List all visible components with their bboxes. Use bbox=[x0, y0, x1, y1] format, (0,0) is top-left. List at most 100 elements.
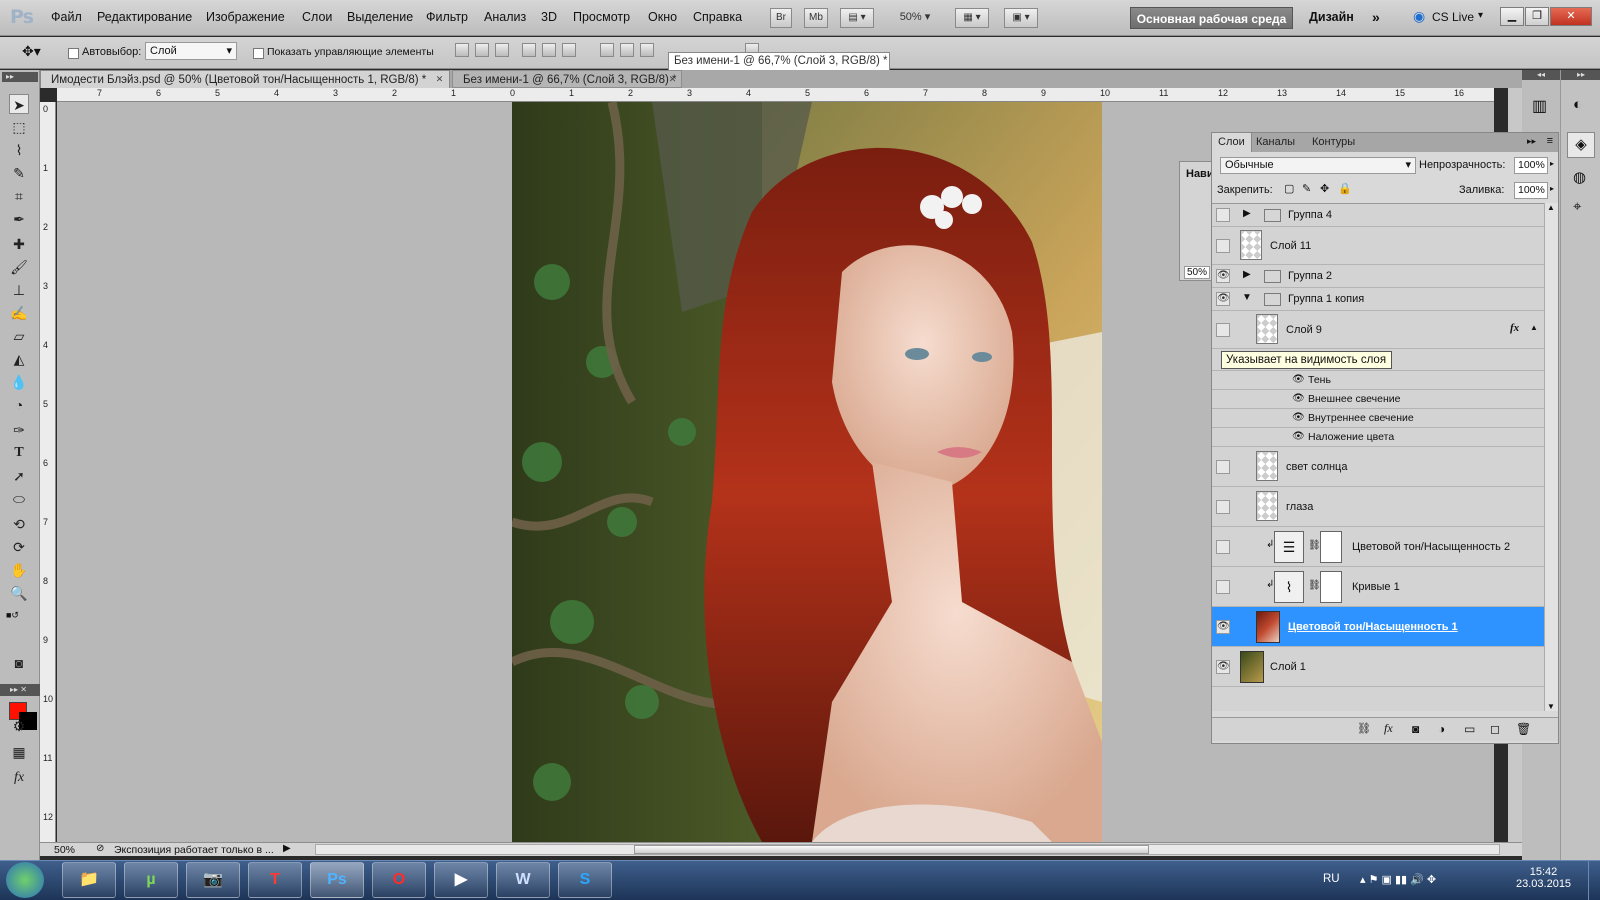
navigator-zoom[interactable]: 50% bbox=[1184, 266, 1211, 279]
history-panel-icon[interactable]: ⚙ bbox=[9, 716, 29, 736]
taskbar-media-player-icon[interactable]: ▶ bbox=[434, 862, 488, 898]
panel-menu-icon[interactable]: ≡ bbox=[1547, 135, 1553, 147]
menu-edit[interactable]: Редактирование bbox=[97, 10, 192, 24]
layer-row[interactable]: 👁 ▼ Группа 1 копия bbox=[1212, 288, 1544, 311]
taskbar-clock[interactable]: 15:42 23.03.2015 bbox=[1516, 866, 1571, 890]
scroll-down-icon[interactable]: ▼ bbox=[1547, 702, 1555, 711]
screen-mode-button[interactable]: ▣ ▾ bbox=[1004, 8, 1038, 28]
taskbar-skype-icon[interactable]: S bbox=[558, 862, 612, 898]
menu-layers[interactable]: Слои bbox=[302, 10, 332, 24]
visibility-toggle[interactable] bbox=[1216, 239, 1230, 253]
panel-collapse-icon[interactable]: ▸▸ bbox=[1527, 136, 1536, 147]
move-tool-icon[interactable]: ➤ bbox=[9, 94, 29, 114]
show-desktop-button[interactable] bbox=[1588, 860, 1600, 900]
close-icon[interactable]: ✕ bbox=[434, 74, 445, 85]
effect-row[interactable]: 👁 Внешнее свечение bbox=[1212, 390, 1544, 409]
crop-tool-icon[interactable]: ⌗ bbox=[9, 186, 29, 206]
visibility-toggle[interactable]: 👁 bbox=[1216, 660, 1230, 674]
layer-row[interactable]: ↲ ⌇ ⛓ Кривые 1 bbox=[1212, 567, 1544, 607]
minimize-button[interactable]: ▁ bbox=[1500, 7, 1524, 26]
menu-help[interactable]: Справка bbox=[693, 10, 742, 24]
blur-tool-icon[interactable]: 💧 bbox=[9, 372, 29, 392]
status-menu-arrow-icon[interactable]: ▶ bbox=[283, 843, 291, 854]
layer-mask-thumbnail[interactable] bbox=[1320, 571, 1342, 603]
visibility-toggle[interactable]: 👁 bbox=[1216, 620, 1230, 634]
tab-layers[interactable]: Слои bbox=[1212, 133, 1252, 152]
chevron-down-icon[interactable]: ▾ bbox=[1478, 10, 1483, 21]
history-brush-tool-icon[interactable]: ✍ bbox=[9, 303, 29, 323]
menu-file[interactable]: Файл bbox=[51, 10, 82, 24]
lock-position-icon[interactable]: ✥ bbox=[1320, 182, 1329, 195]
layer-row[interactable]: Слой 11 bbox=[1212, 227, 1544, 265]
3d-rotate-tool-icon[interactable]: ⟲ bbox=[9, 514, 29, 534]
minibridge-button[interactable]: Mb bbox=[804, 8, 828, 28]
bridge-button[interactable]: Br bbox=[770, 8, 792, 28]
menu-select[interactable]: Выделение bbox=[347, 10, 413, 24]
path-select-tool-icon[interactable]: ➚ bbox=[9, 466, 29, 486]
tab-channels[interactable]: Каналы bbox=[1250, 133, 1301, 152]
align-top-icon[interactable] bbox=[455, 43, 469, 57]
layer-row[interactable]: ↲ ☰ ⛓ Цветовой тон/Насыщенность 2 bbox=[1212, 527, 1544, 567]
layer-row[interactable]: ▶ Группа 4 bbox=[1212, 204, 1544, 227]
show-controls-checkbox[interactable] bbox=[253, 46, 264, 60]
tray-icons[interactable]: ▴ ⚑ ▣ ▮▮ 🔊 ✥ bbox=[1360, 873, 1436, 886]
layer-row[interactable]: глаза bbox=[1212, 487, 1544, 527]
menu-analysis[interactable]: Анализ bbox=[484, 10, 526, 24]
lock-transparency-icon[interactable]: ▢ bbox=[1284, 182, 1294, 195]
move-tool-icon[interactable]: ✥▾ bbox=[22, 43, 41, 60]
align-hcenter-icon[interactable] bbox=[542, 43, 556, 57]
visibility-toggle[interactable] bbox=[1216, 208, 1230, 222]
taskbar-camera-icon[interactable]: 📷 bbox=[186, 862, 240, 898]
horizontal-scrollbar[interactable] bbox=[315, 844, 1500, 855]
effect-row[interactable]: 👁 Тень bbox=[1212, 371, 1544, 390]
status-zoom[interactable]: 50% bbox=[54, 844, 75, 856]
swatches-panel-icon[interactable]: ▦ bbox=[9, 742, 29, 762]
expand-arrow-icon[interactable]: ▶ bbox=[1243, 208, 1251, 219]
type-tool-icon[interactable]: T bbox=[9, 443, 29, 463]
default-colors-icon[interactable]: ■↺ bbox=[6, 610, 19, 621]
align-bottom-icon[interactable] bbox=[495, 43, 509, 57]
link-layers-icon[interactable]: ⛓ bbox=[1357, 722, 1371, 735]
workspace-essentials-button[interactable]: Основная рабочая среда bbox=[1130, 7, 1293, 29]
ellipse-tool-icon[interactable]: ⬭ bbox=[9, 489, 29, 509]
layers-panel-icon[interactable]: ◈ bbox=[1567, 132, 1595, 158]
navigator-label[interactable]: Нави bbox=[1186, 168, 1214, 180]
collapse-icon[interactable]: ◂◂ bbox=[1522, 70, 1560, 80]
scroll-up-icon[interactable]: ▲ bbox=[1547, 203, 1555, 212]
dodge-tool-icon[interactable]: ◔ bbox=[9, 395, 29, 415]
arrange-documents-button[interactable]: ▦ ▾ bbox=[955, 8, 989, 28]
layer-row[interactable]: свет солнца bbox=[1212, 447, 1544, 487]
panel-dock-header[interactable]: ▸▸ ✕ bbox=[0, 684, 40, 696]
adjustments-icon[interactable]: ◐ bbox=[1573, 96, 1582, 113]
tab-document-1[interactable]: Имодести Блэйз.psd @ 50% (Цветовой тон/Н… bbox=[40, 70, 450, 88]
clone-stamp-tool-icon[interactable]: ⊥ bbox=[9, 280, 29, 300]
visibility-toggle[interactable] bbox=[1216, 580, 1230, 594]
menu-filter[interactable]: Фильтр bbox=[426, 10, 468, 24]
restore-button[interactable]: ❐ bbox=[1525, 7, 1549, 26]
tab-paths[interactable]: Контуры bbox=[1306, 133, 1361, 152]
effect-eye-icon[interactable]: 👁 bbox=[1292, 393, 1305, 404]
hand-tool-icon[interactable]: ✋ bbox=[9, 560, 29, 580]
align-vcenter-icon[interactable] bbox=[475, 43, 489, 57]
visibility-toggle[interactable] bbox=[1216, 460, 1230, 474]
menu-view[interactable]: Просмотр bbox=[573, 10, 630, 24]
delete-layer-icon[interactable]: 🗑 bbox=[1516, 722, 1531, 736]
fill-slider-arrow-icon[interactable]: ▸ bbox=[1550, 184, 1554, 193]
layer-row[interactable]: Слой 9 fx ▲ bbox=[1212, 311, 1544, 349]
layer-row[interactable]: 👁 Слой 1 bbox=[1212, 647, 1544, 687]
eyedropper-tool-icon[interactable]: ✒ bbox=[9, 209, 29, 229]
effect-row[interactable]: 👁 Наложение цвета bbox=[1212, 428, 1544, 447]
paint-bucket-tool-icon[interactable]: ◭ bbox=[9, 349, 29, 369]
taskbar-photoshop-icon[interactable]: Ps bbox=[310, 862, 364, 898]
align-left-icon[interactable] bbox=[522, 43, 536, 57]
visibility-toggle[interactable] bbox=[1216, 323, 1230, 337]
eraser-tool-icon[interactable]: ▱ bbox=[9, 326, 29, 346]
history-icon[interactable]: ▥ bbox=[1532, 96, 1547, 116]
new-layer-icon[interactable]: ◻ bbox=[1490, 722, 1500, 736]
distribute-top-icon[interactable] bbox=[600, 43, 614, 57]
autoselect-checkbox[interactable] bbox=[68, 46, 79, 60]
language-indicator[interactable]: RU bbox=[1323, 873, 1340, 885]
effect-row[interactable]: 👁 Внутреннее свечение bbox=[1212, 409, 1544, 428]
chevron-up-icon[interactable]: ▲ bbox=[1530, 323, 1538, 332]
fill-input[interactable]: 100% bbox=[1514, 182, 1548, 199]
